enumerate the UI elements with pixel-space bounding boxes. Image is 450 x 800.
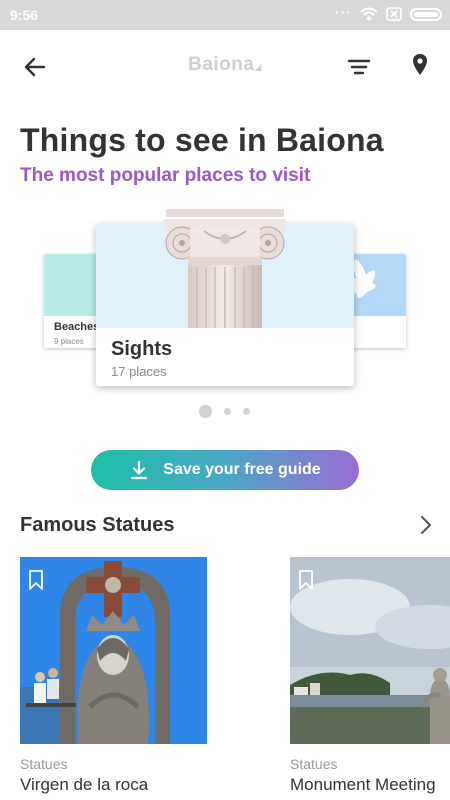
save-guide-label: Save your free guide bbox=[163, 461, 321, 478]
status-bar: 9:56 ··· bbox=[0, 0, 450, 30]
category-name: Beaches bbox=[54, 321, 100, 333]
statue-name: Monument Meeting bbox=[290, 775, 436, 794]
pager-dot-active[interactable] bbox=[199, 405, 212, 418]
map-pin-icon[interactable] bbox=[405, 50, 435, 80]
save-guide-button[interactable]: Save your free guide bbox=[91, 450, 359, 490]
logo-mark-icon: ◢ bbox=[254, 62, 262, 72]
carousel-pager bbox=[199, 405, 250, 418]
page-subtitle: The most popular places to visit bbox=[20, 165, 311, 186]
statue-card[interactable]: Statues Virgen de la roca bbox=[20, 557, 207, 795]
bookmark-icon[interactable] bbox=[28, 569, 44, 591]
chevron-right-icon[interactable] bbox=[414, 512, 438, 538]
section-title: Famous Statues bbox=[20, 514, 175, 536]
statue-category: Statues bbox=[290, 756, 338, 772]
status-time: 9:56 bbox=[10, 7, 39, 23]
sim-off-icon bbox=[386, 7, 402, 21]
category-count: 9 places bbox=[54, 337, 84, 346]
statue-card[interactable]: Statues Monument Meeting bbox=[290, 557, 450, 795]
statue-name: Virgen de la roca bbox=[20, 775, 149, 794]
logo-text: Baiona bbox=[188, 54, 255, 75]
statue-photo bbox=[290, 557, 450, 744]
app-logo: Baiona◢ bbox=[0, 54, 450, 76]
pager-dot[interactable] bbox=[243, 408, 250, 415]
category-count: 17 places bbox=[111, 364, 167, 379]
page-title: Things to see in Baiona bbox=[20, 122, 384, 158]
statue-photo bbox=[20, 557, 207, 744]
wifi-icon bbox=[360, 7, 378, 21]
app-bar: Baiona◢ bbox=[0, 30, 450, 102]
bookmark-icon[interactable] bbox=[298, 569, 314, 591]
download-icon bbox=[131, 460, 148, 480]
category-name: Sights bbox=[111, 338, 173, 360]
ionic-column-illustration bbox=[164, 209, 286, 328]
battery-icon bbox=[410, 7, 442, 21]
statue-category: Statues bbox=[20, 756, 68, 772]
filter-icon[interactable] bbox=[344, 52, 374, 82]
dots-icon: ··· bbox=[335, 4, 352, 20]
status-icons: ··· bbox=[335, 4, 442, 21]
pager-dot[interactable] bbox=[224, 408, 231, 415]
